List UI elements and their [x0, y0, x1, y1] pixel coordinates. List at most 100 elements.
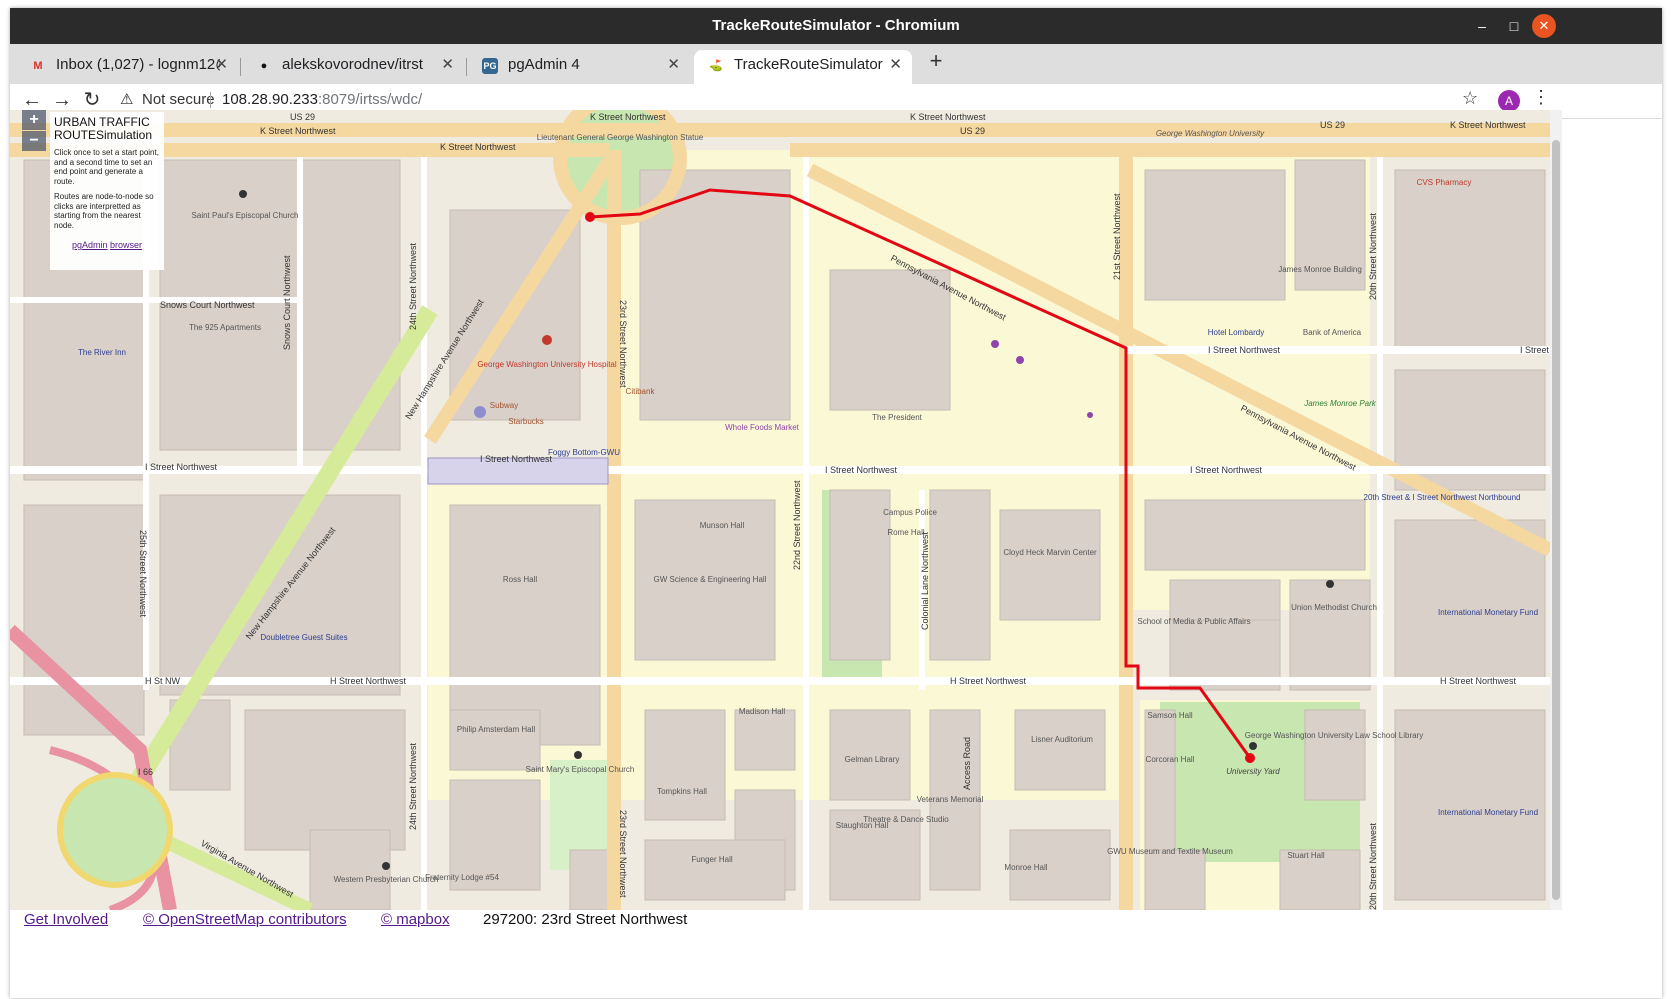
building [999, 509, 1101, 621]
building [1144, 499, 1366, 571]
poi-label: The River Inn [78, 348, 126, 357]
info-panel: URBAN TRAFFIC ROUTESimulation Click once… [50, 112, 164, 270]
tab-trackeroute[interactable]: ⛳ TrackeRouteSimulator ✕ [694, 50, 912, 84]
street-label: 22nd Street Northwest [792, 480, 802, 570]
panel-title: URBAN TRAFFIC ROUTESimulation [54, 115, 153, 142]
tab-close-icon[interactable]: ✕ [667, 50, 680, 80]
panel-note: Routes are node-to-node so clicks are in… [54, 192, 154, 230]
poi-label: Subway [490, 401, 518, 410]
church-icon [574, 751, 582, 759]
poi-label: GW Science & Engineering Hall [654, 575, 767, 584]
church-icon [1326, 580, 1334, 588]
poi-label: Hotel Lombardy [1208, 328, 1264, 337]
poi-label: 20th Street & I Street Northwest Northbo… [1364, 493, 1521, 502]
street-label: K Street Northwest [1450, 120, 1526, 130]
browser-window: TrackeRouteSimulator - Chromium – □ ✕ M … [10, 8, 1662, 998]
menu-kebab-icon[interactable]: ⋮ [1532, 87, 1550, 108]
street-label: Colonial Lane Northwest [920, 531, 930, 630]
bookmark-star-icon[interactable]: ☆ [1462, 88, 1478, 109]
poi-label: Monroe Hall [1004, 863, 1047, 872]
pgadmin-icon: PG [482, 58, 498, 74]
building [244, 709, 406, 851]
building [1144, 709, 1176, 861]
street-label: I Street Northwest [1208, 345, 1281, 355]
poi-label: Union Methodist Church [1291, 603, 1377, 612]
poi-label: The President [872, 413, 923, 422]
street-label: I Street Northwest [145, 462, 218, 472]
browser-link[interactable]: browser [110, 240, 142, 250]
building [734, 709, 796, 771]
tab-separator [240, 58, 241, 76]
zoom-control: + − [22, 110, 46, 152]
tab-label: pgAdmin 4 [508, 56, 580, 73]
street-label: Snows Court Northwest [282, 255, 292, 350]
street-label: Snows Court Northwest [160, 300, 255, 310]
building-church [309, 829, 391, 910]
osm-attribution-link[interactable]: © OpenStreetMap contributors [143, 910, 347, 930]
building [449, 709, 541, 771]
poi-label: Corcoran Hall [1146, 755, 1195, 764]
street-label: H St NW [145, 676, 181, 686]
building [1394, 169, 1546, 351]
street-label: 23rd Street Northwest [618, 300, 628, 388]
pgadmin-link[interactable]: pgAdmin [72, 240, 108, 250]
map-icon: ⛳ [709, 60, 723, 72]
us29-label: US 29 [290, 112, 315, 122]
poi-label: Munson Hall [700, 521, 745, 530]
poi-label: Foggy Bottom-GWU [548, 448, 620, 457]
scrollbar-thumb[interactable] [1552, 140, 1560, 900]
get-involved-link[interactable]: Get Involved [24, 910, 108, 930]
tab-close-icon[interactable]: ✕ [889, 50, 902, 80]
building [1144, 849, 1206, 910]
tab-close-icon[interactable]: ✕ [441, 50, 454, 80]
minimize-button[interactable]: – [1470, 14, 1494, 38]
building [569, 849, 611, 910]
tab-separator [466, 58, 467, 76]
title-bar: TrackeRouteSimulator - Chromium – □ ✕ [10, 8, 1662, 44]
tab-github[interactable]: ● alekskovorodnev/itrst ✕ [242, 50, 464, 84]
map-canvas[interactable]: US 29 US 29 US 29 K Street Northwest K S… [10, 110, 1550, 910]
url-host: 108.28.90.233 [222, 91, 318, 108]
street-label: K Street Northwest [440, 142, 516, 152]
tab-pgadmin[interactable]: PG pgAdmin 4 ✕ [468, 50, 690, 84]
poi-label: The 925 Apartments [189, 323, 261, 332]
map-svg[interactable]: US 29 US 29 US 29 K Street Northwest K S… [10, 110, 1550, 910]
building [929, 489, 991, 661]
dry-cleaner-icon [1016, 356, 1024, 364]
building [1169, 579, 1281, 621]
building [829, 489, 891, 661]
tab-close-icon[interactable]: ✕ [215, 50, 228, 80]
vertical-scrollbar[interactable] [1550, 110, 1562, 910]
poi-label: Doubletree Guest Suites [260, 633, 347, 642]
street-label: 24th Street Northwest [408, 742, 418, 830]
panel-instructions: Click once to set a start point, and a s… [54, 148, 159, 186]
gmail-icon: M [33, 60, 43, 72]
poi-label: Theatre & Dance Studio [863, 815, 949, 824]
building-imf [1394, 519, 1546, 681]
poi-label: Madison Hall [739, 707, 785, 716]
profile-avatar[interactable]: A [1498, 90, 1520, 112]
zoom-in-button[interactable]: + [22, 110, 46, 130]
close-button[interactable]: ✕ [1532, 14, 1556, 38]
maximize-button[interactable]: □ [1502, 14, 1526, 38]
poi-label: Funger Hall [691, 855, 733, 864]
tab-label: Inbox (1,027) - lognm12@ [56, 56, 220, 73]
tab-label: TrackeRouteSimulator [734, 56, 883, 73]
street-label: I Street Northwest [480, 454, 553, 464]
church-icon [239, 190, 247, 198]
poi-label: Lieutenant General George Washington Sta… [537, 133, 704, 142]
street-label: K Street Northwest [260, 126, 336, 136]
poi-label: Western Presbyterian Church [334, 875, 439, 884]
poi-label: James Monroe Park [1303, 399, 1377, 408]
building [829, 269, 951, 411]
route-end-marker [1245, 753, 1255, 763]
mapbox-attribution-link[interactable]: © mapbox [381, 910, 450, 930]
zoom-out-button[interactable]: − [22, 131, 46, 151]
tab-gmail[interactable]: M Inbox (1,027) - lognm12@ ✕ [16, 50, 238, 84]
building [1304, 709, 1366, 801]
status-text: 297200: 23rd Street Northwest [483, 911, 688, 928]
new-tab-button[interactable]: + [924, 50, 948, 74]
poi-label: Stuart Hall [1287, 851, 1325, 860]
poi-label: Ross Hall [503, 575, 537, 584]
poi-label: Campus Police [883, 508, 937, 517]
